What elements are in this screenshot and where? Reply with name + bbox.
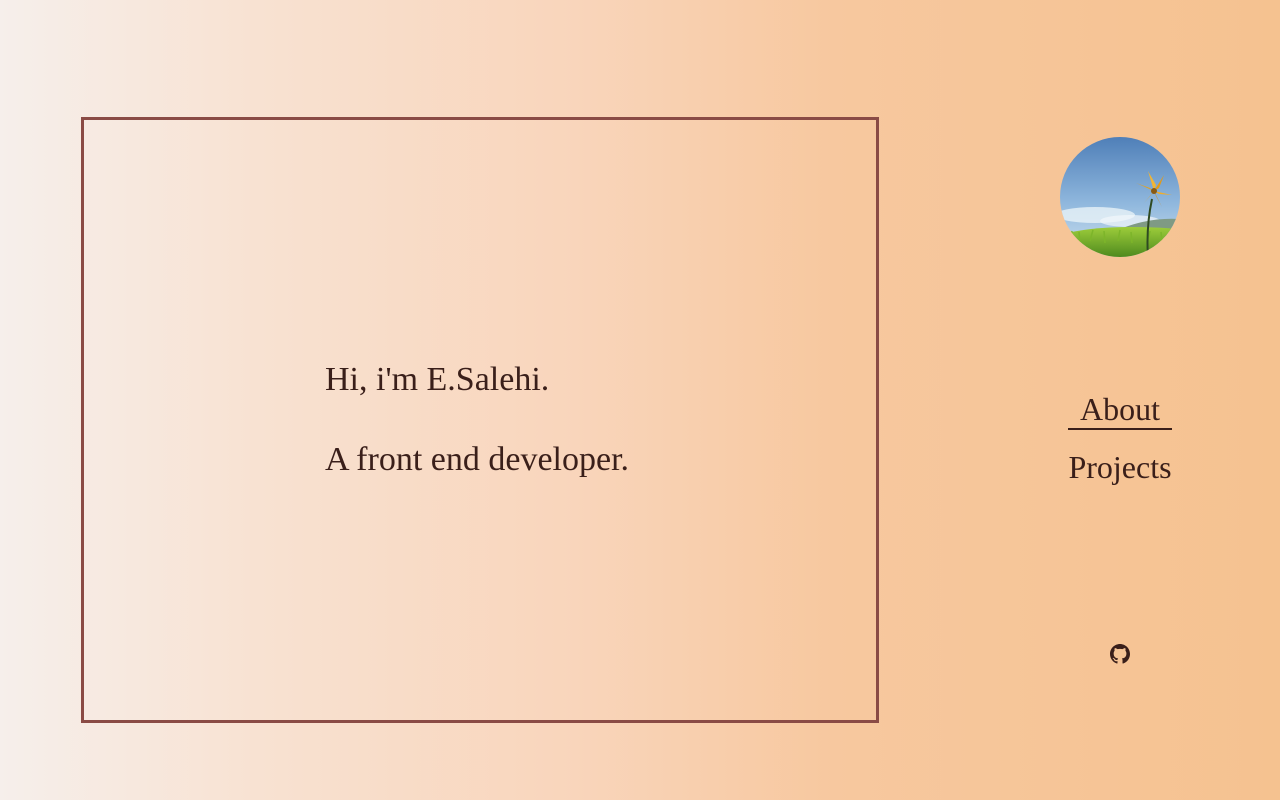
- hero-greeting: Hi, i'm E.Salehi.: [325, 361, 550, 398]
- hero-frame: Hi, i'm E.Salehi. A front end developer.: [81, 117, 879, 723]
- nav-about-link[interactable]: About: [1068, 390, 1172, 430]
- avatar[interactable]: [1060, 137, 1180, 257]
- main-nav: About Projects: [1040, 390, 1200, 486]
- hero-text: Hi, i'm E.Salehi. A front end developer.: [325, 360, 629, 520]
- nav-projects-link[interactable]: Projects: [1068, 448, 1171, 486]
- hero-role: A front end developer.: [325, 441, 630, 478]
- github-link[interactable]: [1110, 644, 1130, 664]
- github-icon: [1110, 644, 1130, 664]
- avatar-image: [1060, 137, 1180, 257]
